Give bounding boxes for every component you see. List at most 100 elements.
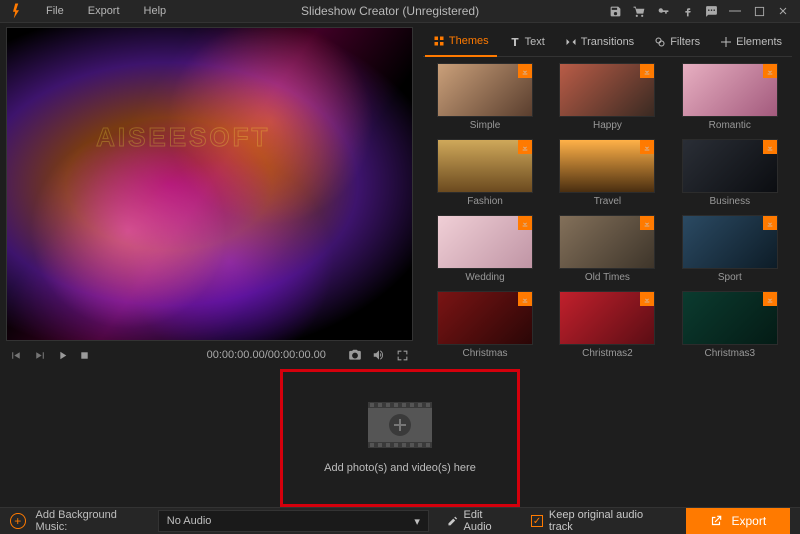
cart-icon[interactable]	[628, 0, 650, 22]
tab-label: Text	[525, 36, 545, 48]
theme-thumb	[682, 215, 778, 269]
tab-themes[interactable]: Themes	[425, 29, 497, 57]
download-icon	[518, 140, 532, 154]
facebook-icon[interactable]	[676, 0, 698, 22]
watermark: AISEESOFT	[96, 122, 270, 153]
theme-item-christmas[interactable]: Christmas	[425, 291, 545, 365]
theme-label: Christmas	[463, 348, 508, 359]
download-icon	[518, 216, 532, 230]
save-icon[interactable]	[604, 0, 626, 22]
app-logo	[10, 2, 28, 20]
theme-label: Sport	[718, 272, 742, 283]
volume-icon[interactable]	[372, 348, 386, 362]
bg-music-label: Add Background Music:	[36, 509, 148, 533]
download-icon	[763, 292, 777, 306]
tab-label: Themes	[449, 35, 489, 47]
export-button[interactable]: Export	[686, 508, 790, 534]
theme-item-wedding[interactable]: Wedding	[425, 215, 545, 289]
title-bar: File Export Help Slideshow Creator (Unre…	[0, 0, 800, 23]
keep-original-checkbox[interactable]: ✓ Keep original audio track	[531, 509, 665, 533]
feedback-icon[interactable]	[700, 0, 722, 22]
theme-label: Old Times	[585, 272, 630, 283]
download-icon	[518, 292, 532, 306]
close-icon[interactable]	[772, 0, 794, 22]
theme-item-sport[interactable]: Sport	[670, 215, 790, 289]
theme-label: Fashion	[467, 196, 503, 207]
tab-elements[interactable]: Elements	[712, 29, 790, 56]
menu-file[interactable]: File	[36, 1, 74, 21]
theme-item-travel[interactable]: Travel	[547, 139, 667, 213]
export-label: Export	[731, 514, 766, 528]
preview-screen[interactable]: AISEESOFT	[6, 27, 413, 341]
theme-grid: Simple Happy Romantic Fashion Travel Business…	[423, 57, 792, 365]
preview-panel: AISEESOFT 00:00:00.00/00:00:00.00	[0, 23, 419, 369]
menu-help[interactable]: Help	[134, 1, 177, 21]
prev-icon[interactable]	[10, 349, 23, 362]
theme-item-romantic[interactable]: Romantic	[670, 63, 790, 137]
player-controls: 00:00:00.00/00:00:00.00	[6, 341, 413, 369]
tab-filters[interactable]: Filters	[646, 29, 708, 56]
theme-item-fashion[interactable]: Fashion	[425, 139, 545, 213]
download-icon	[763, 140, 777, 154]
theme-item-happy[interactable]: Happy	[547, 63, 667, 137]
theme-item-christmas3[interactable]: Christmas3	[670, 291, 790, 365]
theme-label: Travel	[594, 196, 621, 207]
next-icon[interactable]	[33, 349, 46, 362]
theme-thumb	[559, 139, 655, 193]
theme-label: Happy	[593, 120, 622, 131]
side-panel: Themes Text Transitions Filters Elements…	[419, 23, 800, 369]
tab-label: Transitions	[581, 36, 634, 48]
theme-thumb	[559, 63, 655, 117]
download-icon	[640, 140, 654, 154]
tab-label: Elements	[736, 36, 782, 48]
main-menu: File Export Help	[36, 1, 176, 21]
checkbox-icon: ✓	[531, 515, 543, 527]
theme-item-old-times[interactable]: Old Times	[547, 215, 667, 289]
minimize-icon[interactable]	[724, 0, 746, 22]
tabs: Themes Text Transitions Filters Elements	[423, 29, 792, 57]
stop-icon[interactable]	[79, 349, 90, 362]
download-icon	[763, 216, 777, 230]
add-media-dropzone[interactable]: Add photo(s) and video(s) here	[280, 369, 520, 507]
theme-label: Romantic	[709, 120, 751, 131]
theme-thumb	[682, 63, 778, 117]
edit-audio-button[interactable]: Edit Audio	[447, 509, 511, 533]
download-icon	[640, 64, 654, 78]
theme-thumb	[437, 291, 533, 345]
menu-export[interactable]: Export	[78, 1, 130, 21]
app-title: Slideshow Creator (Unregistered)	[176, 4, 604, 18]
footer-bar: + Add Background Music: No Audio ▾ Edit …	[0, 507, 800, 534]
timeline-area: Add photo(s) and video(s) here	[0, 369, 800, 507]
theme-item-business[interactable]: Business	[670, 139, 790, 213]
add-bg-music-button[interactable]: +	[10, 513, 26, 529]
theme-thumb	[559, 215, 655, 269]
theme-thumb	[437, 63, 533, 117]
keep-original-label: Keep original audio track	[549, 509, 666, 533]
theme-label: Simple	[470, 120, 501, 131]
tab-text[interactable]: Text	[501, 29, 553, 56]
chevron-down-icon: ▾	[414, 515, 420, 528]
key-icon[interactable]	[652, 0, 674, 22]
play-icon[interactable]	[56, 349, 69, 362]
theme-thumb	[559, 291, 655, 345]
theme-item-simple[interactable]: Simple	[425, 63, 545, 137]
theme-thumb	[682, 139, 778, 193]
bg-music-select[interactable]: No Audio ▾	[158, 510, 429, 532]
bg-music-value: No Audio	[167, 515, 212, 527]
theme-thumb	[437, 139, 533, 193]
add-media-label: Add photo(s) and video(s) here	[324, 462, 476, 474]
edit-audio-label: Edit Audio	[464, 509, 512, 533]
theme-label: Christmas3	[705, 348, 756, 359]
theme-thumb	[437, 215, 533, 269]
fullscreen-icon[interactable]	[396, 348, 409, 362]
download-icon	[518, 64, 532, 78]
add-media-icon	[368, 402, 432, 448]
theme-label: Business	[710, 196, 751, 207]
theme-label: Wedding	[465, 272, 504, 283]
tab-transitions[interactable]: Transitions	[557, 29, 642, 56]
maximize-icon[interactable]	[748, 0, 770, 22]
tab-label: Filters	[670, 36, 700, 48]
snapshot-icon[interactable]	[348, 348, 362, 362]
download-icon	[640, 292, 654, 306]
theme-item-christmas2[interactable]: Christmas2	[547, 291, 667, 365]
